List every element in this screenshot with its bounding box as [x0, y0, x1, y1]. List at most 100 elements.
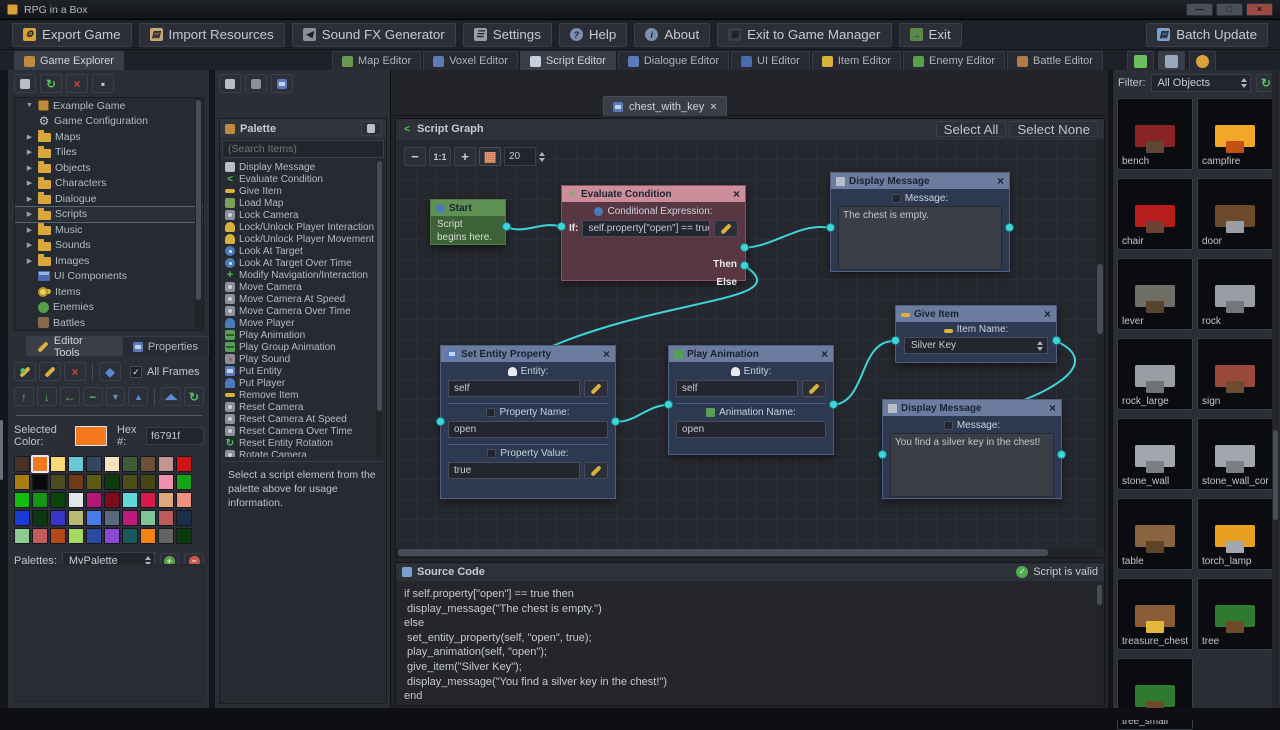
object-card[interactable]: campfire: [1197, 98, 1273, 170]
palette-item[interactable]: Move Camera Over Time: [222, 305, 379, 317]
all-frames-checkbox[interactable]: ✓: [130, 366, 142, 378]
tree-scrollbar-thumb[interactable]: [196, 100, 201, 300]
refresh-button[interactable]: ↻: [40, 74, 62, 93]
object-card[interactable]: lever: [1117, 258, 1193, 330]
paint-tool-button[interactable]: [39, 362, 61, 381]
object-card[interactable]: rock: [1197, 258, 1273, 330]
color-swatch[interactable]: [86, 492, 102, 508]
color-swatch[interactable]: [50, 456, 66, 472]
select-all-button[interactable]: Select All: [936, 121, 1007, 137]
port-msg2-in[interactable]: [878, 450, 887, 459]
palette-item[interactable]: Reset Entity Rotation: [222, 437, 379, 449]
node-display-message-1[interactable]: Display Message × Message: The chest is …: [830, 172, 1010, 272]
color-swatch[interactable]: [140, 492, 156, 508]
menu-button[interactable]: ▣ Exit to Game Manager: [717, 23, 891, 47]
tree-item[interactable]: ▼ Example Game: [15, 98, 203, 114]
tree-item[interactable]: UI Components: [15, 269, 203, 285]
layer-up-button[interactable]: ▲: [128, 387, 148, 406]
port-giveitem-out[interactable]: [1052, 336, 1061, 345]
tree-expand-arrow[interactable]: ▶: [25, 133, 34, 141]
palette-scrollbar-thumb[interactable]: [377, 161, 382, 411]
color-swatch[interactable]: [68, 456, 84, 472]
port-evaluate-in[interactable]: [557, 222, 566, 231]
tree-item[interactable]: ▶ Scripts: [15, 207, 203, 223]
node-close-icon[interactable]: ×: [603, 348, 610, 360]
color-swatch[interactable]: [176, 474, 192, 490]
palette-item[interactable]: Move Camera At Speed: [222, 293, 379, 305]
message-text-field[interactable]: You find a silver key in the chest!: [890, 433, 1054, 497]
condition-expression-field[interactable]: self.property["open"] == true: [582, 220, 710, 237]
node-close-icon[interactable]: ×: [1044, 308, 1051, 320]
color-swatch[interactable]: [140, 528, 156, 544]
node-give-item[interactable]: Give Item × Item Name: Silver Key: [895, 305, 1057, 363]
tree-expand-arrow[interactable]: ▶: [25, 257, 34, 265]
color-swatch[interactable]: [176, 528, 192, 544]
color-swatch[interactable]: [158, 492, 174, 508]
hex-input[interactable]: [146, 427, 204, 445]
item-name-select[interactable]: Silver Key: [904, 337, 1048, 354]
palette-item[interactable]: Load Map: [222, 197, 379, 209]
grid-size-input[interactable]: [504, 147, 536, 166]
palette-item[interactable]: Reset Camera Over Time: [222, 425, 379, 437]
maximize-button[interactable]: □: [1216, 3, 1243, 16]
edit-property-value-button[interactable]: [584, 462, 608, 479]
palette-item[interactable]: Move Camera: [222, 281, 379, 293]
tab-close-icon[interactable]: ×: [710, 101, 716, 113]
color-swatch[interactable]: [32, 510, 48, 526]
color-swatch[interactable]: [50, 528, 66, 544]
palette-item[interactable]: Play Sound: [222, 353, 379, 365]
menu-button[interactable]: ? Help: [559, 23, 627, 47]
node-play-animation[interactable]: Play Animation × Entity: self Animation …: [668, 345, 834, 455]
color-swatch[interactable]: [68, 474, 84, 490]
graph-vertical-scrollbar[interactable]: [1096, 139, 1104, 549]
layer-down-button[interactable]: ▼: [106, 387, 126, 406]
edit-entity-button[interactable]: [802, 380, 826, 397]
color-swatch[interactable]: [14, 510, 30, 526]
object-card[interactable]: door: [1197, 178, 1273, 250]
color-swatch[interactable]: [50, 510, 66, 526]
tree-item[interactable]: Battles: [15, 315, 203, 331]
node-set-entity-property[interactable]: Set Entity Property × Entity: self Prope…: [440, 345, 616, 499]
color-swatch[interactable]: [122, 456, 138, 472]
filter-select-stepper[interactable]: [1241, 78, 1247, 88]
batch-update-button[interactable]: ▤ Batch Update: [1146, 23, 1268, 47]
menu-button[interactable]: → Exit: [899, 23, 962, 47]
palette-item[interactable]: Look At Target Over Time: [222, 257, 379, 269]
tree-expand-arrow[interactable]: ▶: [25, 164, 34, 172]
tab-game-explorer[interactable]: Game Explorer: [14, 51, 124, 70]
palette-item[interactable]: Modify Navigation/Interaction: [222, 269, 379, 281]
color-swatch[interactable]: [140, 456, 156, 472]
color-swatch[interactable]: [86, 510, 102, 526]
color-swatch[interactable]: [176, 492, 192, 508]
color-swatch[interactable]: [32, 492, 48, 508]
palette-item[interactable]: Give Item: [222, 185, 379, 197]
tree-expand-arrow[interactable]: ▼: [25, 102, 34, 109]
color-swatch[interactable]: [14, 492, 30, 508]
menu-button[interactable]: ▤ Import Resources: [139, 23, 285, 47]
color-swatch[interactable]: [86, 456, 102, 472]
color-swatch[interactable]: [104, 528, 120, 544]
palette-item[interactable]: Lock/Unlock Player Movement: [222, 233, 379, 245]
object-card[interactable]: treasure_chest: [1117, 578, 1193, 650]
tab-properties[interactable]: Properties: [122, 336, 209, 356]
palette-item[interactable]: Evaluate Condition: [222, 173, 379, 185]
collapse-all-button[interactable]: ▪: [92, 74, 114, 93]
property-value-field[interactable]: true: [448, 462, 580, 479]
color-swatch[interactable]: [32, 528, 48, 544]
source-scrollbar-thumb[interactable]: [1097, 585, 1102, 605]
color-swatch[interactable]: [14, 528, 30, 544]
color-swatch[interactable]: [122, 492, 138, 508]
rotate-button[interactable]: ↻: [184, 387, 204, 406]
tree-item[interactable]: ▶ Maps: [15, 129, 203, 145]
close-button[interactable]: ×: [1246, 3, 1273, 16]
editor-tab[interactable]: Battle Editor: [1007, 51, 1103, 70]
port-msg1-out[interactable]: [1005, 223, 1014, 232]
graph-canvas[interactable]: − 1:1 + ▦ Start Script begins here. Eval…: [396, 139, 1098, 549]
editor-tab[interactable]: Dialogue Editor: [618, 51, 729, 70]
palette-item[interactable]: Look At Target: [222, 245, 379, 257]
tree-item[interactable]: Game Configuration: [15, 114, 203, 130]
property-name-field[interactable]: open: [448, 421, 608, 438]
color-swatch[interactable]: [158, 528, 174, 544]
object-card[interactable]: torch_lamp: [1197, 498, 1273, 570]
menu-button[interactable]: i About: [634, 23, 710, 47]
